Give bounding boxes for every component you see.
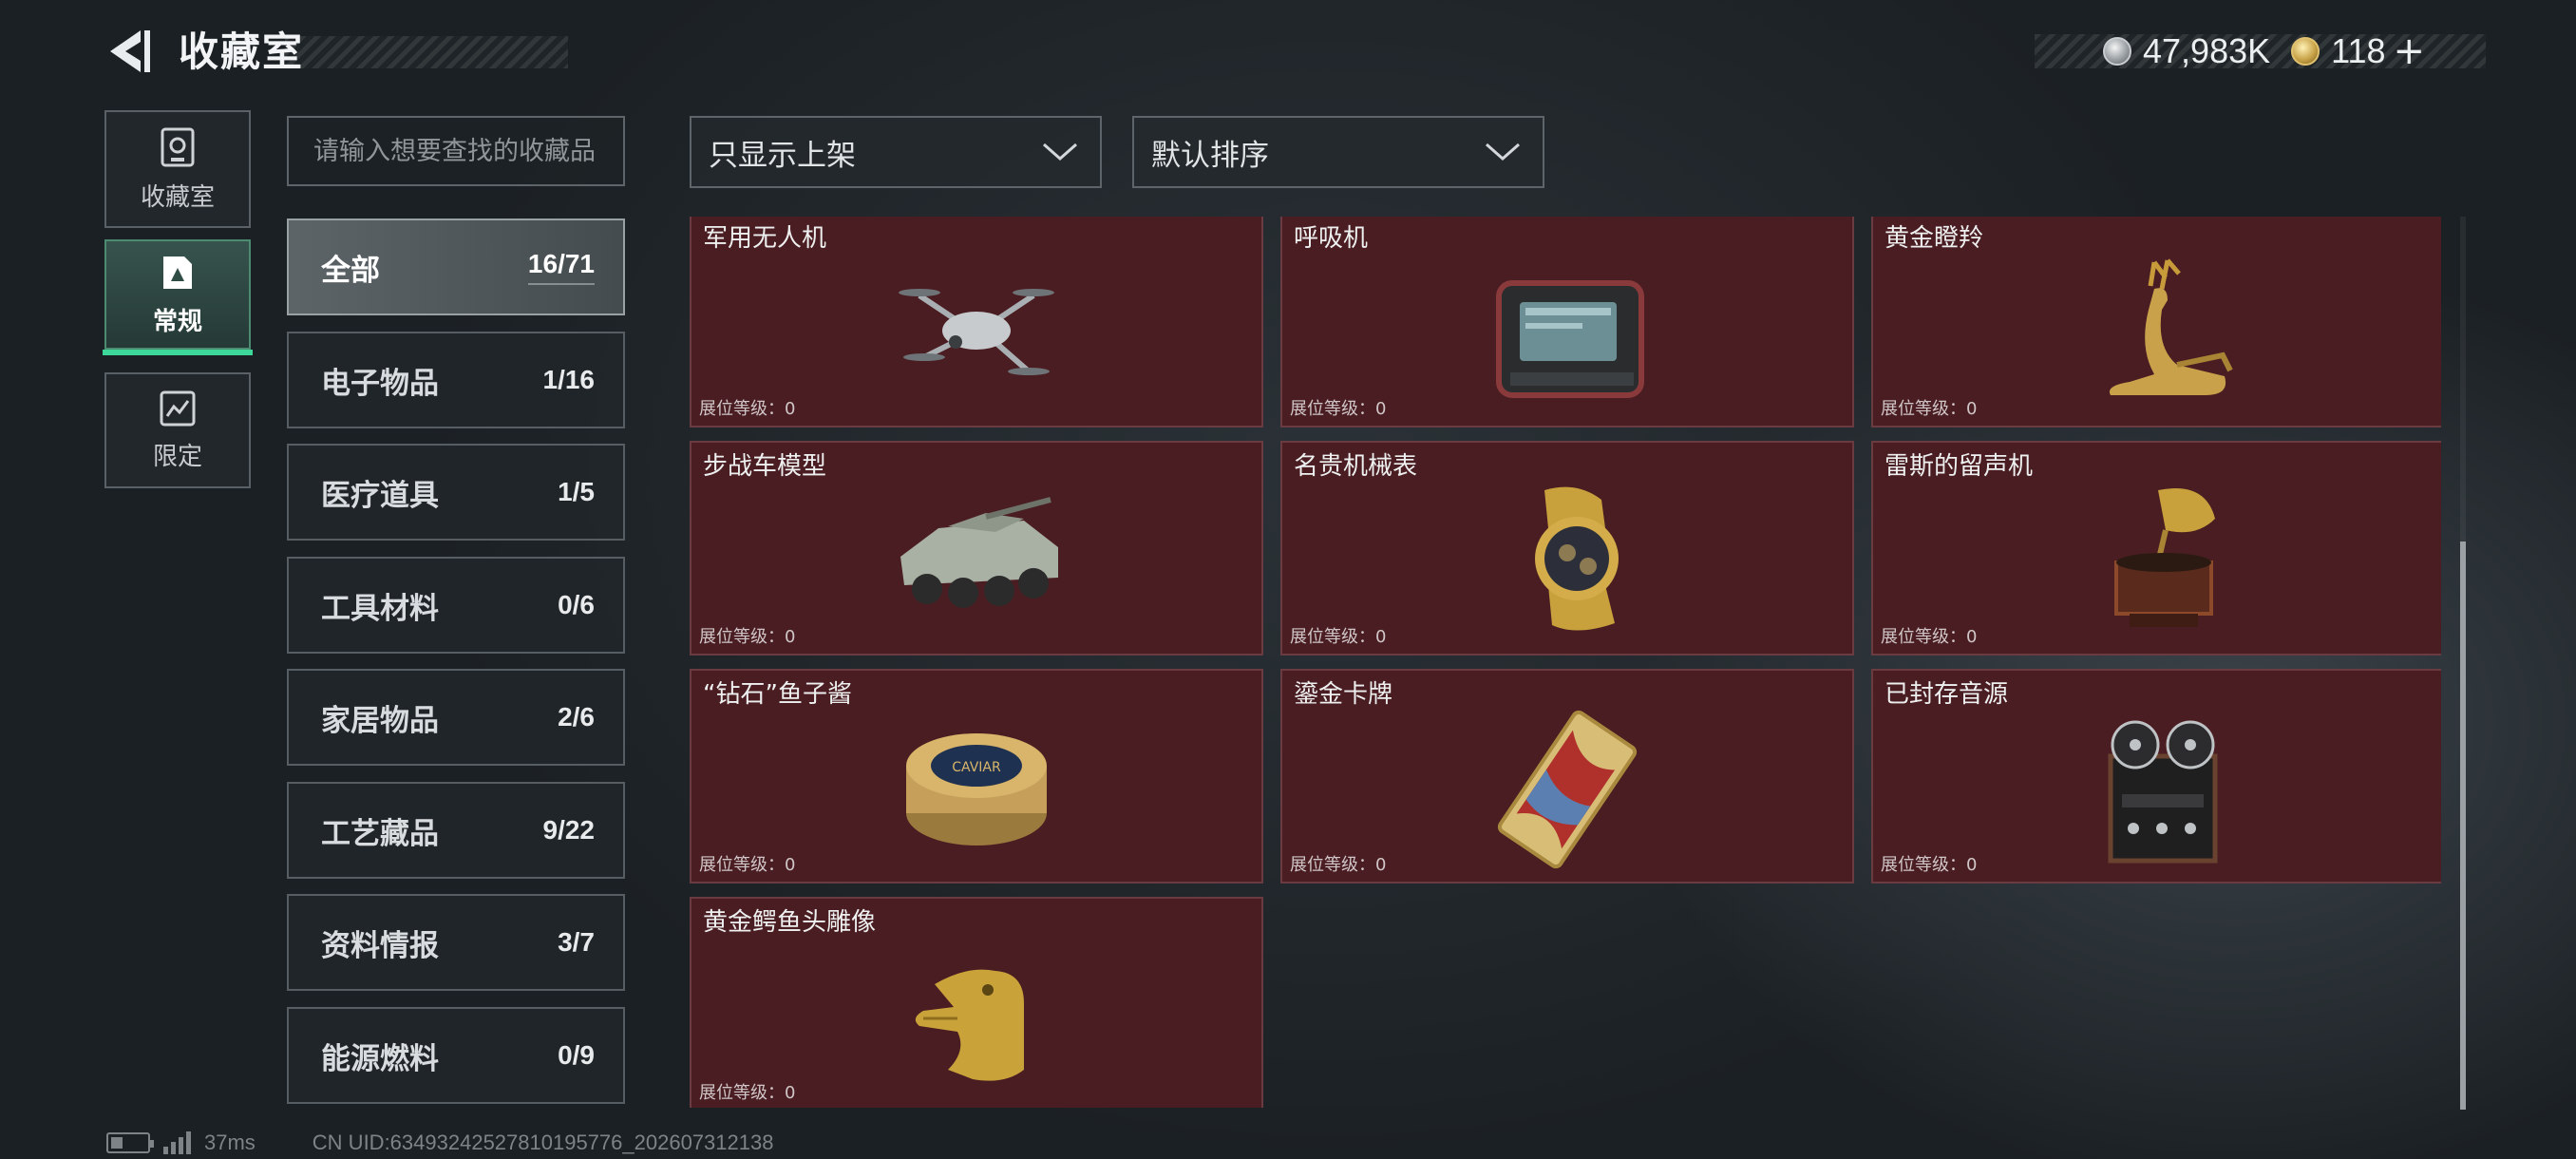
grid-scrollbar-thumb[interactable] (2460, 542, 2466, 1110)
item-level: 展位等级：0 (1881, 627, 1978, 647)
category-count: 2/6 (558, 702, 595, 732)
ifv-model-icon (900, 497, 1058, 608)
category-intel[interactable]: 资料情报 3/7 (287, 894, 625, 991)
gilded-card-icon (1497, 710, 1638, 869)
category-name: 电子物品 (321, 366, 439, 401)
item-name: 呼吸机 (1294, 224, 1369, 253)
title-stripe (285, 36, 568, 68)
item-name: 黄金瞪羚 (1885, 224, 1984, 253)
item-name: 名贵机械表 (1294, 452, 1418, 481)
category-name: 工艺藏品 (321, 816, 439, 851)
category-name: 资料情报 (321, 928, 439, 963)
golden-croc-statue-icon (915, 969, 1024, 1081)
golden-gazelle-icon (2109, 258, 2233, 395)
item-card-reel-recorder[interactable]: 已封存音源 展位等级：0 (1871, 669, 2441, 884)
item-level: 展位等级：0 (699, 1083, 796, 1103)
gold-currency-value: 118 (2331, 31, 2386, 70)
caviar-tin-icon: CAVIAR (906, 733, 1047, 846)
category-count: 16/71 (527, 249, 595, 285)
signal-icon (163, 1131, 191, 1154)
rail-item-label: 限定 (152, 442, 202, 471)
category-name: 家居物品 (321, 703, 439, 738)
battery-icon (106, 1132, 154, 1153)
rail-item-label: 常规 (152, 307, 202, 336)
caviar-label: CAVIAR (952, 760, 1001, 775)
add-currency-button[interactable]: + (2394, 29, 2426, 73)
category-name: 能源燃料 (321, 1041, 439, 1076)
item-card-gramophone[interactable]: 雷斯的留声机 展位等级：0 (1871, 441, 2441, 656)
category-household[interactable]: 家居物品 2/6 (287, 669, 625, 766)
category-electronics[interactable]: 电子物品 1/16 (287, 332, 625, 428)
category-name: 医疗道具 (321, 478, 439, 513)
item-level: 展位等级：0 (1881, 855, 1978, 875)
item-card-ventilator[interactable]: 呼吸机 展位等级：0 (1280, 217, 1854, 428)
item-card-gilded-card[interactable]: 鎏金卡牌 展位等级：0 (1280, 669, 1854, 884)
silver-coin-icon (2103, 37, 2131, 66)
display-filter-dropdown[interactable]: 只显示上架 (690, 116, 1102, 188)
category-count: 0/6 (558, 590, 595, 619)
status-footer: 37ms CN UID:634932425278101957​76_202607… (106, 1130, 773, 1155)
chevron-down-icon (1043, 142, 1077, 162)
item-name: 黄金鳄鱼头雕像 (703, 908, 877, 937)
collection-grid: 军用无人机 展位等级：0 呼吸机 展位等级：0 黄金瞪羚 展位等级：0 步战车模… (690, 217, 2441, 1108)
category-fuel[interactable]: 能源燃料 0/9 (287, 1007, 625, 1104)
item-level: 展位等级：0 (1290, 855, 1387, 875)
display-filter-value: 只显示上架 (709, 138, 856, 173)
gold-coin-icon (2291, 37, 2320, 66)
rail-item-regular[interactable]: 常规 (104, 239, 251, 350)
category-count: 0/9 (558, 1040, 595, 1070)
item-name: 鎏金卡牌 (1294, 680, 1393, 709)
item-card-golden-gazelle[interactable]: 黄金瞪羚 展位等级：0 (1871, 217, 2441, 428)
drone-icon (899, 289, 1054, 375)
gramophone-icon (2114, 488, 2215, 627)
rail-item-limited[interactable]: 限定 (104, 372, 251, 488)
item-card-drone[interactable]: 军用无人机 展位等级：0 (690, 217, 1263, 428)
item-card-caviar[interactable]: “钻石”鱼子酱 CAVIAR 展位等级：0 (690, 669, 1263, 884)
item-name: 雷斯的留声机 (1885, 452, 2034, 481)
category-count: 1/16 (542, 365, 596, 394)
search-input[interactable] (287, 116, 625, 186)
sort-value: 默认排序 (1151, 138, 1269, 173)
currency-bar: 47,983K 118 + (2035, 29, 2486, 73)
uid-text: CN UID:634932425278101957​76_20260731213… (312, 1130, 774, 1154)
ventilator-icon (1496, 280, 1644, 398)
watch-icon (1535, 486, 1619, 631)
item-level: 展位等级：0 (699, 399, 796, 419)
ping-value: 37ms (204, 1130, 256, 1154)
item-name: “钻石”鱼子酱 (703, 680, 852, 709)
item-name: 步战车模型 (703, 452, 827, 481)
item-card-ifv-model[interactable]: 步战车模型 展位等级：0 (690, 441, 1263, 656)
category-tools[interactable]: 工具材料 0/6 (287, 557, 625, 654)
item-level: 展位等级：0 (699, 855, 796, 875)
rail-item-collection-room[interactable]: 收藏室 (104, 110, 251, 228)
collection-room-icon (161, 127, 195, 166)
silver-currency-value: 47,983K (2143, 31, 2271, 70)
item-level: 展位等级：0 (1290, 627, 1387, 647)
rail-item-label: 收藏室 (140, 182, 215, 212)
category-count: 9/22 (542, 815, 596, 845)
item-level: 展位等级：0 (1290, 399, 1387, 419)
item-level: 展位等级：0 (1881, 399, 1978, 419)
item-level: 展位等级：0 (699, 627, 796, 647)
back-arrow-icon[interactable] (103, 25, 156, 78)
category-crafts[interactable]: 工艺藏品 9/22 (287, 782, 625, 879)
sort-dropdown[interactable]: 默认排序 (1132, 116, 1544, 188)
category-all[interactable]: 全部 16/71 (287, 218, 625, 315)
item-card-golden-croc-statue[interactable]: 黄金鳄鱼头雕像 展位等级：0 (690, 897, 1263, 1108)
category-count: 1/5 (558, 477, 595, 506)
category-medical[interactable]: 医疗道具 1/5 (287, 444, 625, 541)
reel-recorder-icon (2108, 720, 2218, 864)
item-name: 已封存音源 (1885, 680, 2009, 709)
category-count: 3/7 (558, 927, 595, 957)
item-name: 军用无人机 (703, 224, 827, 253)
item-card-watch[interactable]: 名贵机械表 展位等级：0 (1280, 441, 1854, 656)
category-name: 工具材料 (321, 591, 439, 626)
chevron-down-icon (1486, 142, 1520, 162)
limited-icon (160, 390, 196, 426)
rail-active-indicator (103, 350, 253, 355)
regular-icon (163, 256, 192, 289)
page-title: 收藏室 (179, 28, 305, 75)
category-name: 全部 (321, 253, 380, 288)
